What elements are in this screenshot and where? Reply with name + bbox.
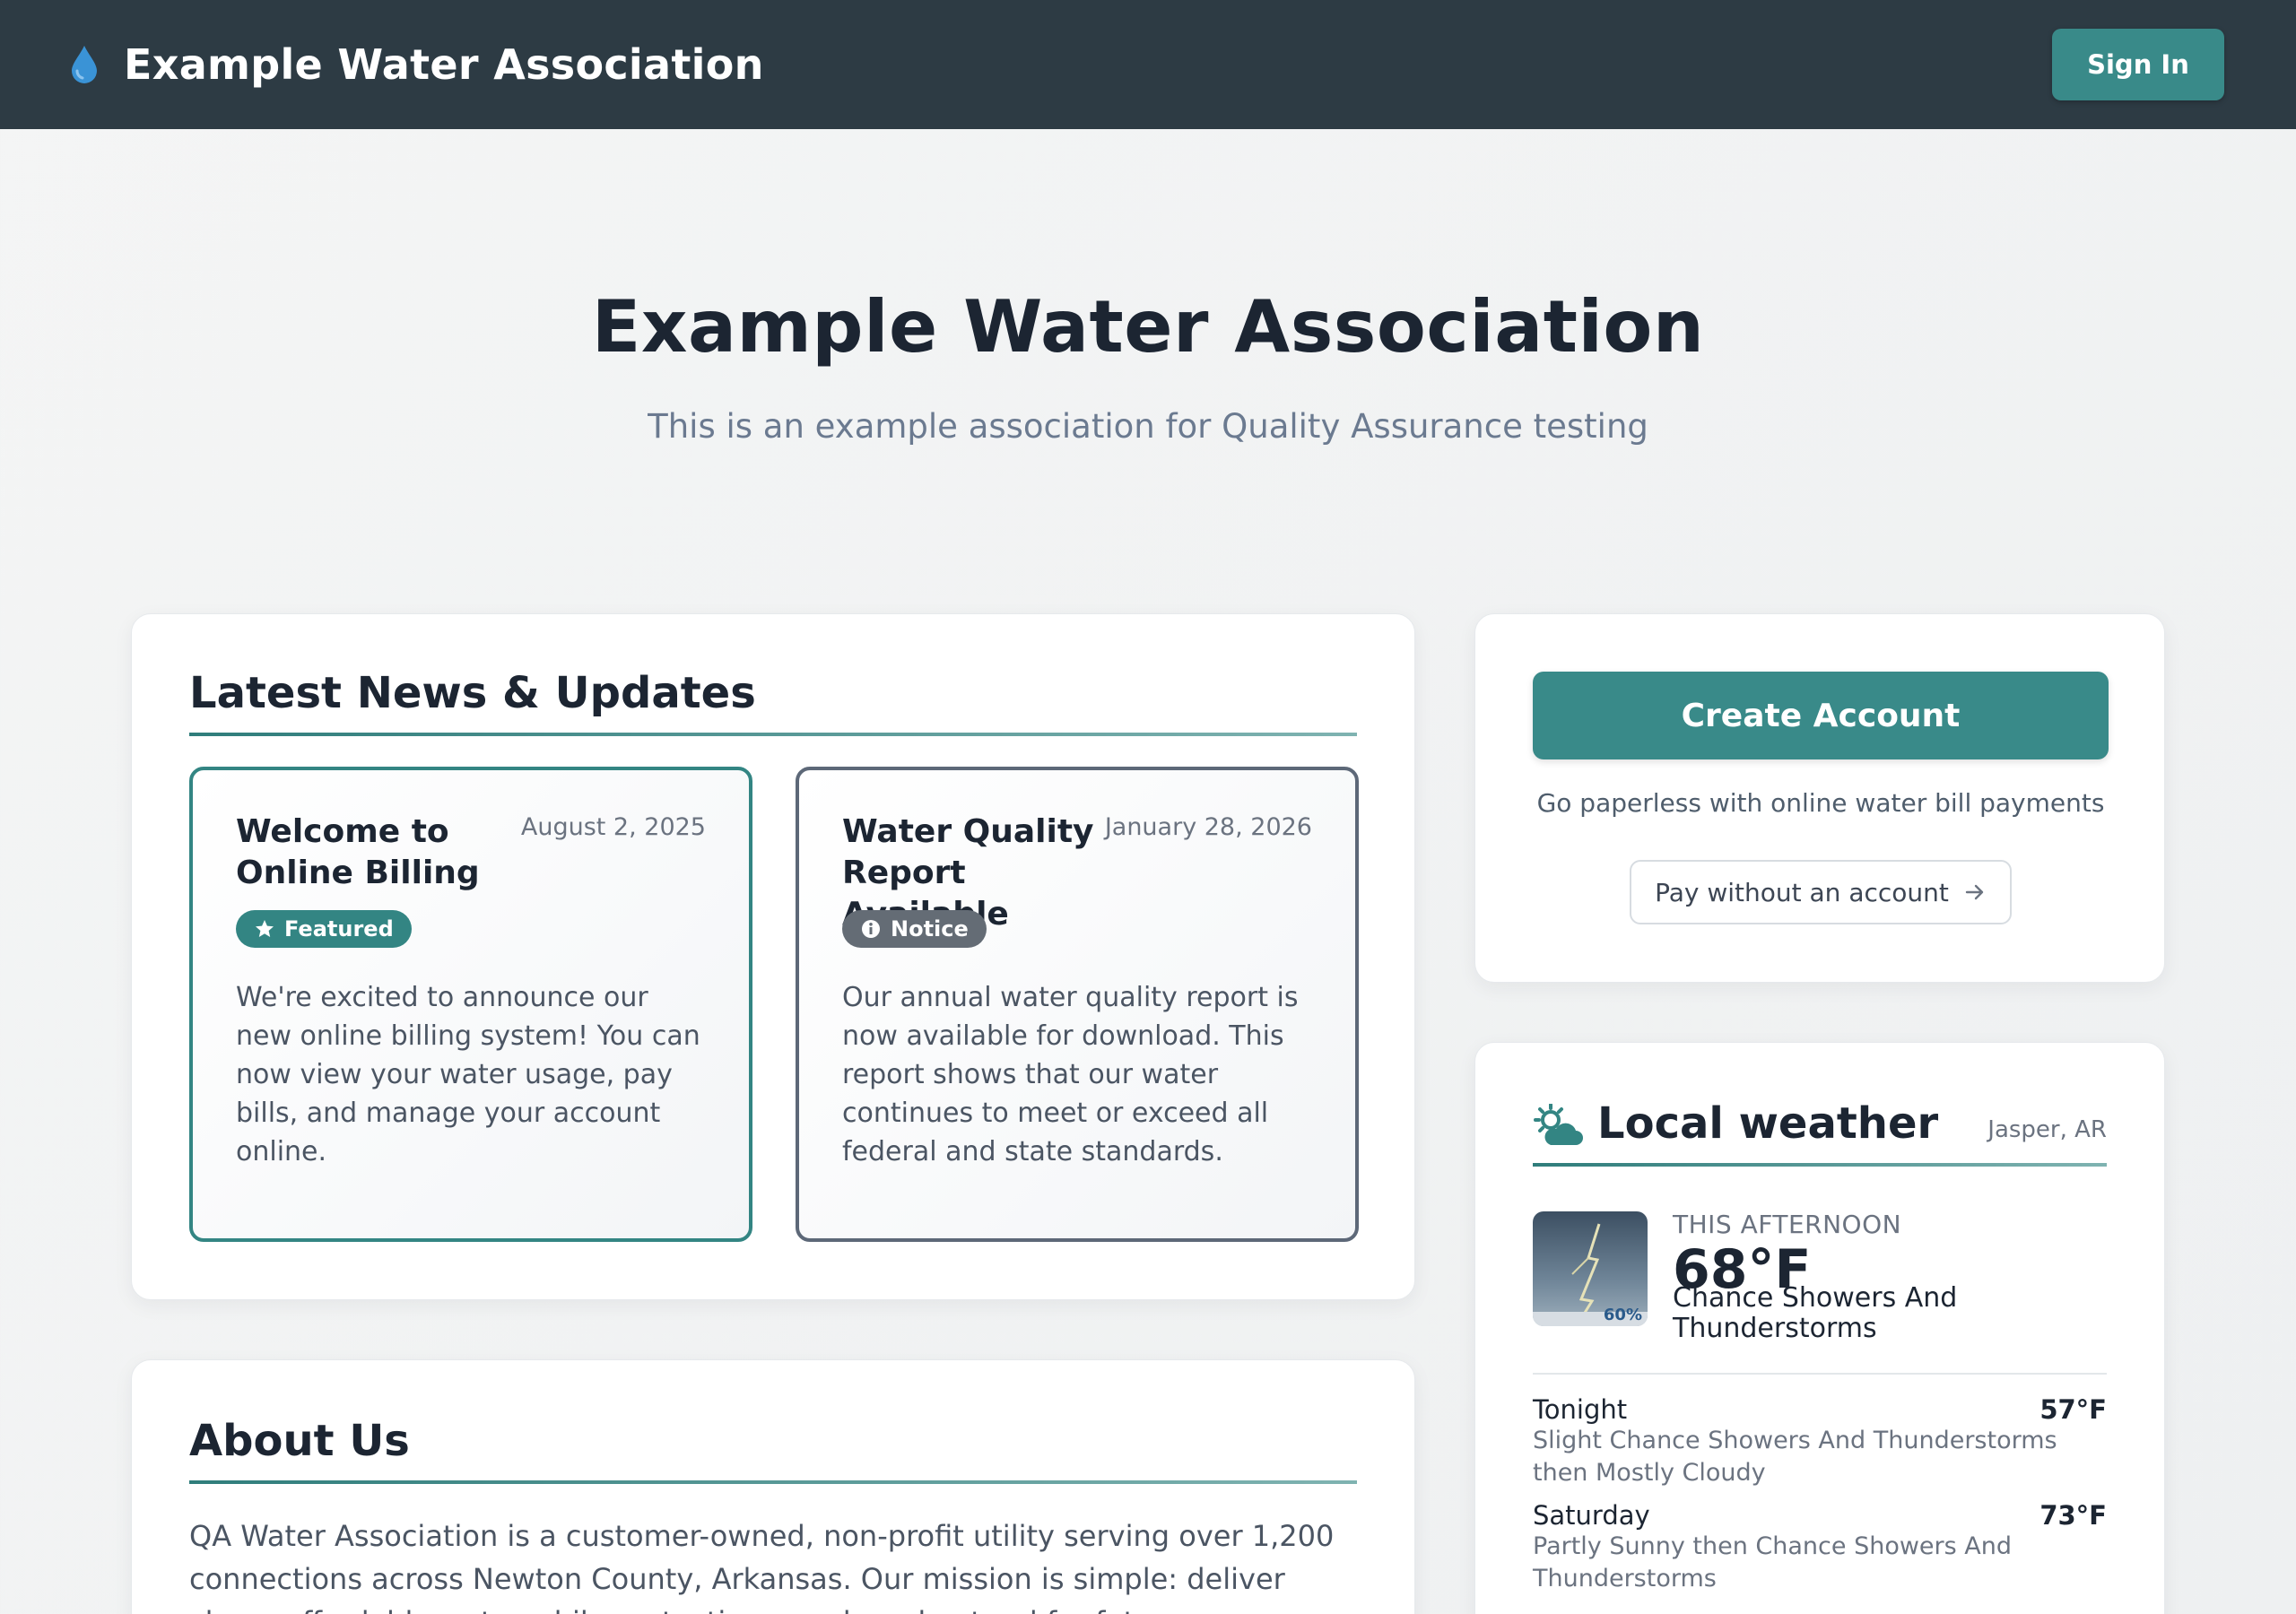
featured-badge: Featured (236, 910, 412, 948)
forecast-row: Tonight 57°F Slight Chance Showers And T… (1533, 1394, 2107, 1489)
notice-badge: Notice (842, 910, 987, 948)
news-item-title: Welcome to Online Billing (236, 813, 480, 891)
forecast-temperature: 57°F (2039, 1394, 2107, 1425)
forecast-period: Tonight (1533, 1394, 1628, 1425)
sign-in-button[interactable]: Sign In (2052, 29, 2224, 100)
about-section-title: About Us (189, 1416, 410, 1466)
account-card: Create Account Go paperless with online … (1474, 613, 2165, 983)
news-item-featured[interactable]: Welcome to Online Billing August 2, 2025… (189, 767, 752, 1242)
pay-without-account-label: Pay without an account (1655, 877, 1949, 907)
star-icon (256, 920, 274, 937)
page-title: Example Water Association (591, 285, 1705, 369)
current-period: THIS AFTERNOON (1673, 1210, 1902, 1239)
brand[interactable]: Example Water Association (68, 40, 764, 89)
arrow-right-icon (1965, 884, 1984, 900)
news-item-date: January 28, 2026 (1104, 813, 1312, 841)
pay-without-account-button[interactable]: Pay without an account (1630, 860, 2012, 924)
about-text: QA Water Association is a customer-owned… (189, 1519, 1335, 1614)
create-account-button[interactable]: Create Account (1533, 672, 2109, 759)
forecast-conditions: Partly Sunny then Chance Showers And Thu… (1533, 1532, 2013, 1592)
page-subtitle: This is an example association for Quali… (648, 407, 1648, 446)
partly-cloudy-icon (1534, 1104, 1583, 1145)
news-item-notice[interactable]: Water Quality Report Available January 2… (796, 767, 1359, 1242)
forecast-divider (1533, 1373, 2107, 1375)
forecast-temperature: 73°F (2039, 1500, 2107, 1531)
current-conditions: Chance Showers And Thunderstorms (1673, 1282, 1958, 1344)
news-item-body: Our annual water quality report is now a… (842, 982, 1299, 1167)
top-navbar: Example Water Association Sign In (0, 0, 2296, 129)
about-title-divider (189, 1480, 1357, 1484)
water-drop-icon (72, 46, 97, 83)
forecast-conditions: Slight Chance Showers And Thunderstorms … (1533, 1427, 2057, 1487)
badge-label: Notice (891, 916, 969, 941)
precip-chance: 60% (1603, 1306, 1642, 1324)
brand-name: Example Water Association (124, 40, 764, 89)
forecast-period: Saturday (1533, 1500, 1650, 1531)
forecast-row: Saturday 73°F Partly Sunny then Chance S… (1533, 1500, 2107, 1595)
news-section-title: Latest News & Updates (189, 668, 756, 718)
news-item-date: August 2, 2025 (520, 813, 706, 841)
weather-title: Local weather (1597, 1098, 1939, 1149)
news-title-divider (189, 733, 1357, 736)
thunderstorm-forecast-image: 60% (1533, 1211, 1648, 1326)
news-item-body: We're excited to announce our new online… (236, 982, 700, 1167)
weather-location: Jasper, AR (1987, 1116, 2107, 1143)
info-icon (862, 920, 880, 938)
badge-label: Featured (284, 916, 394, 941)
news-card: Latest News & Updates Welcome to Online … (131, 613, 1415, 1300)
weather-title-divider (1533, 1163, 2107, 1167)
about-card: About Us QA Water Association is a custo… (131, 1359, 1415, 1614)
weather-card: Local weather Jasper, AR 60% THIS AFTERN… (1474, 1042, 2165, 1614)
paperless-note: Go paperless with online water bill paym… (1536, 788, 2105, 818)
